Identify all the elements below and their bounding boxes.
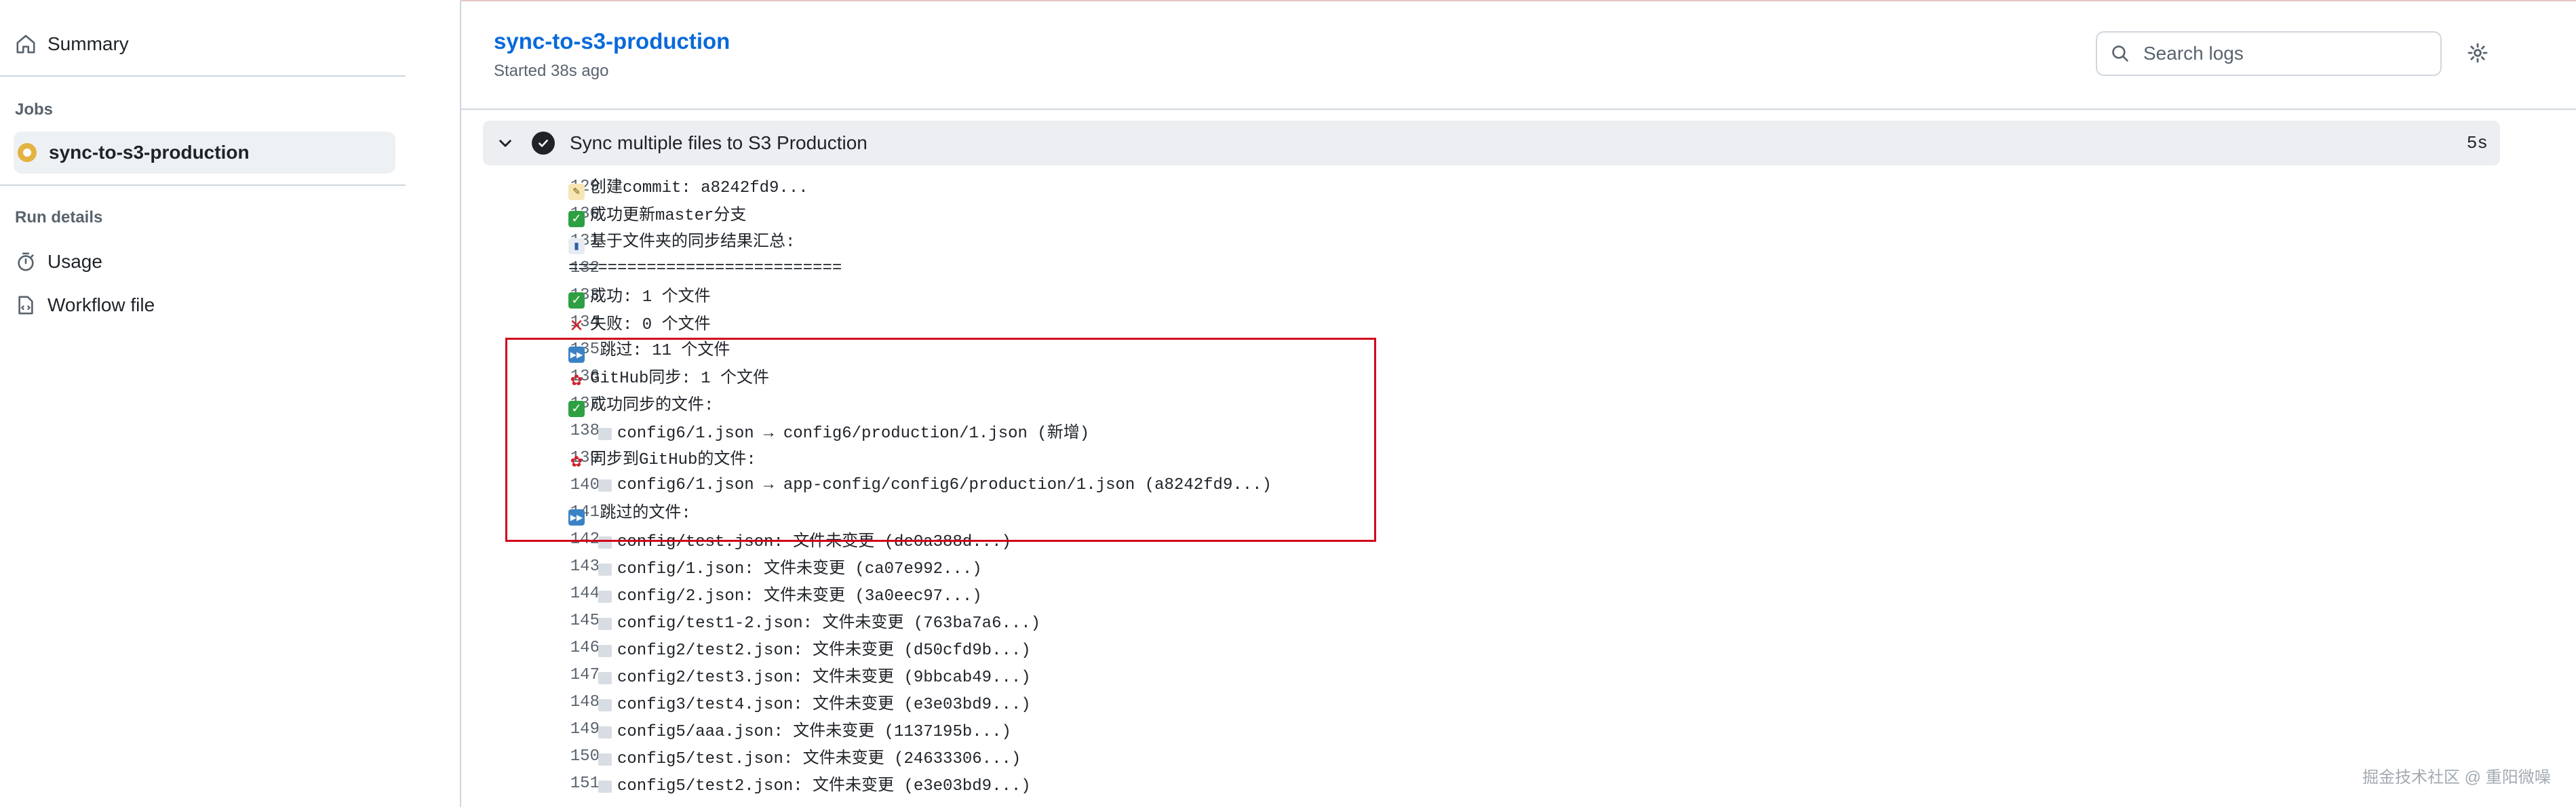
log-line-number[interactable]: 151: [517, 774, 600, 793]
jobs-heading: Jobs: [15, 100, 54, 119]
log-line-content: config3/test4.json: 文件未变更 (e3e03bd9...): [598, 690, 1031, 714]
file-code-icon: [14, 293, 38, 317]
log-line-number[interactable]: 145: [517, 612, 600, 630]
log-line-text: 成功: 1 个文件: [590, 288, 711, 307]
sidebar-divider: [0, 184, 406, 186]
log-line[interactable]: 134 ✕ 失败: 0 个文件: [461, 309, 2576, 336]
folder-icon: [598, 781, 612, 793]
log-line[interactable]: 133 ✓ 成功: 1 个文件: [461, 281, 2576, 309]
log-line-content: config/2.json: 文件未变更 (3a0eec97...): [598, 581, 982, 606]
folder-icon: [598, 726, 612, 739]
log-line-number[interactable]: 149: [517, 720, 600, 739]
sidebar: Summary Jobs sync-to-s3-production Run d…: [0, 0, 461, 807]
log-line[interactable]: 151 config5/test2.json: 文件未变更 (e3e03bd9..…: [461, 770, 2576, 797]
folder-icon: [598, 753, 612, 766]
log-line[interactable]: 147 config2/test3.json: 文件未变更 (9bbcab49..…: [461, 661, 2576, 688]
run-details-heading: Run details: [15, 208, 103, 227]
log-line-text: config5/test.json: 文件未变更 (24633306...): [617, 750, 1021, 768]
log-line-number[interactable]: 147: [517, 666, 600, 684]
log-line[interactable]: 145 config/test1-2.json: 文件未变更 (763ba7a6.…: [461, 607, 2576, 634]
log-line-content: config5/test.json: 文件未变更 (24633306...): [598, 744, 1021, 768]
folder-icon: [598, 591, 612, 603]
folder-icon: [598, 645, 612, 657]
log-line-content: ✓ 成功: 1 个文件: [568, 282, 711, 309]
folder-icon: [598, 564, 612, 576]
chart-icon: ▮: [568, 238, 585, 254]
log-line-number[interactable]: 146: [517, 639, 600, 657]
log-line-text: config5/aaa.json: 文件未变更 (1137195b...): [617, 723, 1011, 741]
log-line-text: 创建commit: a8242fd9...: [590, 179, 808, 197]
sidebar-item-label: Usage: [47, 251, 102, 272]
sidebar-item-usage[interactable]: Usage: [14, 241, 395, 283]
search-logs-input[interactable]: [2142, 42, 2416, 65]
log-line[interactable]: 131 ▮ 基于文件夹的同步结果汇总:: [461, 227, 2576, 254]
log-line-text: config2/test2.json: 文件未变更 (d50cfd9b...): [617, 642, 1031, 660]
sidebar-item-label: Summary: [47, 33, 129, 54]
sidebar-item-summary[interactable]: Summary: [14, 23, 395, 65]
log-line-text: config/1.json: 文件未变更 (ca07e992...): [617, 560, 982, 578]
log-line-number[interactable]: 144: [517, 585, 600, 603]
log-line-content: ✓ 成功更新master分支: [568, 201, 746, 227]
folder-icon: [598, 672, 612, 684]
search-icon: [2111, 43, 2131, 64]
cross-icon: ✕: [569, 316, 584, 336]
log-line-content: config/1.json: 文件未变更 (ca07e992...): [598, 554, 982, 578]
gear-icon[interactable]: [2465, 41, 2490, 65]
log-line-text: config/test1-2.json: 文件未变更 (763ba7a6...): [617, 614, 1041, 633]
log-line-text: config5/test2.json: 文件未变更 (e3e03bd9...): [617, 777, 1031, 795]
memo-icon: ✎: [568, 184, 585, 200]
log-line[interactable]: 132 ============================: [461, 254, 2576, 281]
step-duration: 5s: [2466, 133, 2488, 153]
log-line[interactable]: 129 ✎ 创建commit: a8242fd9...: [461, 173, 2576, 200]
log-line[interactable]: 149 config5/aaa.json: 文件未变更 (1137195b...): [461, 715, 2576, 743]
chevron-down-icon[interactable]: [495, 133, 515, 153]
log-line-content: ✕ 失败: 0 个文件: [568, 310, 711, 336]
log-line-content: ============================: [568, 259, 842, 277]
log-line-number[interactable]: 143: [517, 557, 600, 576]
folder-icon: [598, 618, 612, 630]
highlight-annotation-box: [505, 338, 1376, 542]
check-icon: ✓: [568, 210, 585, 227]
log-line-text: ============================: [568, 258, 842, 277]
log-line[interactable]: 143 config/1.json: 文件未变更 (ca07e992...): [461, 553, 2576, 580]
sidebar-item-label: sync-to-s3-production: [49, 142, 250, 163]
log-line[interactable]: 146 config2/test2.json: 文件未变更 (d50cfd9b..…: [461, 634, 2576, 661]
folder-icon: [598, 699, 612, 711]
log-line-content: ▮ 基于文件夹的同步结果汇总:: [568, 227, 795, 254]
log-line-text: config3/test4.json: 文件未变更 (e3e03bd9...): [617, 696, 1031, 714]
log-line-content: config/test1-2.json: 文件未变更 (763ba7a6...): [598, 608, 1040, 633]
success-check-icon: [532, 132, 555, 155]
stopwatch-icon: [14, 250, 38, 274]
log-line-number[interactable]: 150: [517, 747, 600, 766]
log-line-content: config2/test3.json: 文件未变更 (9bbcab49...): [598, 663, 1031, 687]
log-line-text: config/2.json: 文件未变更 (3a0eec97...): [617, 587, 982, 606]
job-started-time: Started 38s ago: [494, 62, 609, 80]
header-divider: [461, 109, 2576, 110]
sidebar-item-workflow-file[interactable]: Workflow file: [14, 284, 395, 326]
log-line-content: config5/aaa.json: 文件未变更 (1137195b...): [598, 717, 1011, 741]
sidebar-item-label: Workflow file: [47, 294, 155, 315]
log-line-content: config5/test2.json: 文件未变更 (e3e03bd9...): [598, 771, 1031, 795]
log-line[interactable]: 130 ✓ 成功更新master分支: [461, 200, 2576, 227]
log-line-text: config2/test3.json: 文件未变更 (9bbcab49...): [617, 669, 1031, 687]
home-icon: [14, 32, 38, 56]
log-line-text: 失败: 0 个文件: [590, 316, 711, 334]
log-line-text: 成功更新master分支: [590, 206, 747, 225]
sidebar-divider: [0, 75, 406, 77]
step-header[interactable]: Sync multiple files to S3 Production 5s: [483, 121, 2500, 165]
in-progress-status-icon: [15, 140, 39, 165]
step-name: Sync multiple files to S3 Production: [570, 132, 867, 153]
sidebar-item-job[interactable]: sync-to-s3-production: [14, 132, 395, 174]
log-line[interactable]: 148 config3/test4.json: 文件未变更 (e3e03bd9..…: [461, 688, 2576, 715]
check-icon: ✓: [568, 292, 585, 309]
log-line-content: ✎ 创建commit: a8242fd9...: [568, 173, 808, 200]
log-line-number[interactable]: 148: [517, 693, 600, 711]
search-logs-box[interactable]: [2096, 31, 2442, 76]
log-line[interactable]: 144 config/2.json: 文件未变更 (3a0eec97...): [461, 580, 2576, 607]
job-title[interactable]: sync-to-s3-production: [494, 28, 730, 54]
log-line-content: config2/test2.json: 文件未变更 (d50cfd9b...): [598, 635, 1031, 660]
watermark: 掘金技术社区 @ 重阳微噪: [2362, 768, 2551, 787]
log-line-text: 基于文件夹的同步结果汇总:: [590, 233, 796, 252]
log-line[interactable]: 150 config5/test.json: 文件未变更 (24633306...…: [461, 743, 2576, 770]
